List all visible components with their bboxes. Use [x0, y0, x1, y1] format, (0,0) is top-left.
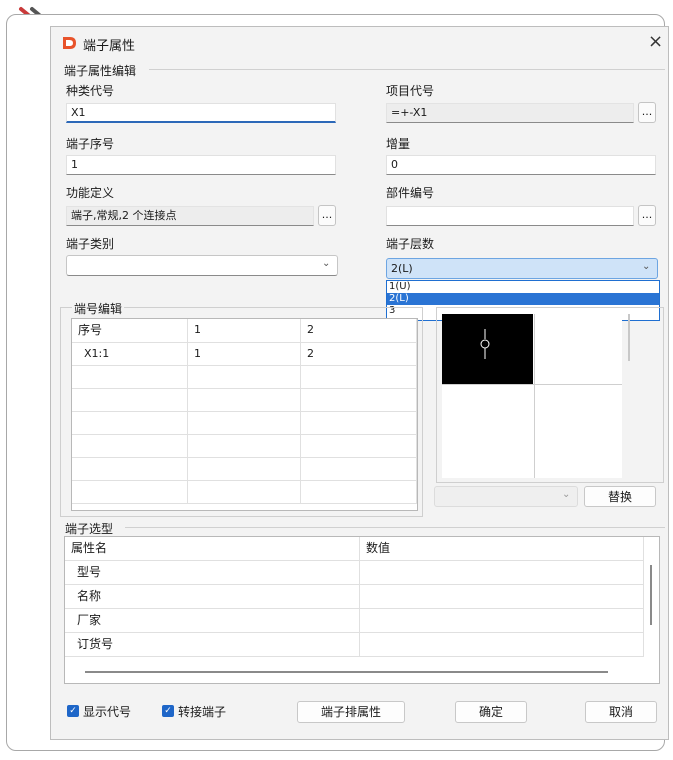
terminal-category-label: 端子类别 — [66, 237, 115, 251]
selection-group-label: 端子选型 — [65, 522, 114, 536]
grid-divider — [534, 314, 535, 478]
empty-cell[interactable] — [72, 412, 188, 435]
property-row-name[interactable]: 厂家 — [65, 609, 360, 633]
empty-cell[interactable] — [301, 481, 417, 504]
increment-input[interactable]: 0 — [386, 155, 656, 175]
empty-cell[interactable] — [72, 389, 188, 412]
selection-group-divider — [125, 527, 665, 528]
type-code-input[interactable]: X1 — [66, 103, 336, 123]
replace-button[interactable]: 替换 — [584, 486, 656, 507]
empty-cell[interactable] — [301, 366, 417, 389]
property-col-value: 数值 — [360, 537, 644, 561]
property-table[interactable]: 属性名 数值 型号 名称 厂家 订货号 — [64, 536, 660, 684]
part-number-input[interactable] — [386, 206, 634, 226]
property-row-value[interactable] — [360, 609, 644, 633]
empty-cell[interactable] — [301, 412, 417, 435]
terminal-number-label: 端子序号 — [66, 137, 115, 151]
empty-cell[interactable] — [301, 435, 417, 458]
port-edit-group-label: 端号编辑 — [72, 300, 125, 317]
part-number-browse-button[interactable]: ... — [638, 205, 656, 226]
terminal-layers-label: 端子层数 — [386, 237, 435, 251]
chevron-down-icon: ⌄ — [642, 261, 651, 272]
edit-group-label: 端子属性编辑 — [64, 64, 137, 78]
grid-divider — [442, 384, 622, 385]
terminal-strip-props-button[interactable]: 端子排属性 — [297, 701, 405, 723]
show-code-label: 显示代号 — [83, 705, 132, 719]
vertical-scrollbar[interactable] — [650, 565, 652, 625]
empty-cell[interactable] — [72, 435, 188, 458]
property-row-value[interactable] — [360, 633, 644, 657]
property-row-value[interactable] — [360, 561, 644, 585]
empty-cell[interactable] — [188, 435, 301, 458]
terminal-category-select[interactable]: ⌄ — [66, 255, 338, 276]
empty-cell[interactable] — [72, 366, 188, 389]
terminal-properties-dialog: 端子属性 × 端子属性编辑 种类代号 X1 项目代号 =+-X1 ... 端子序… — [50, 26, 669, 740]
empty-cell[interactable] — [188, 458, 301, 481]
symbol-select[interactable]: ⌄ — [434, 486, 578, 507]
window-title: 端子属性 — [83, 39, 136, 54]
preview-scrollbar[interactable] — [628, 314, 630, 361]
port-table-header: 1 — [188, 319, 301, 343]
project-code-browse-button[interactable]: ... — [638, 102, 656, 123]
title-bar[interactable]: 端子属性 × — [51, 27, 668, 61]
port-cell[interactable]: 1 — [188, 343, 301, 366]
port-table[interactable]: 序号 1 2 X1:1 1 2 — [71, 318, 418, 511]
function-def-label: 功能定义 — [66, 186, 115, 200]
port-table-header: 序号 — [72, 319, 188, 343]
property-col-name: 属性名 — [65, 537, 360, 561]
close-icon[interactable]: × — [648, 31, 663, 52]
jumper-terminal-label: 转接端子 — [178, 705, 227, 719]
empty-cell[interactable] — [188, 481, 301, 504]
project-code-input[interactable]: =+-X1 — [386, 103, 634, 123]
property-row-name[interactable]: 名称 — [65, 585, 360, 609]
empty-cell[interactable] — [301, 458, 417, 481]
chevron-down-icon: ⌄ — [322, 258, 331, 269]
edit-group-divider — [149, 69, 665, 70]
empty-cell[interactable] — [72, 458, 188, 481]
symbol-cell-selected[interactable] — [442, 314, 533, 384]
show-code-checkbox[interactable]: ✓ — [67, 705, 79, 717]
terminal-layers-value: 2(L) — [391, 262, 413, 275]
chevron-down-icon: ⌄ — [562, 489, 571, 500]
port-table-header: 2 — [301, 319, 417, 343]
ok-button[interactable]: 确定 — [455, 701, 527, 723]
type-code-label: 种类代号 — [66, 84, 115, 98]
function-def-input[interactable]: 端子,常规,2 个连接点 — [66, 206, 314, 226]
empty-cell[interactable] — [72, 481, 188, 504]
symbol-preview-grid[interactable] — [442, 314, 622, 478]
part-number-label: 部件编号 — [386, 186, 435, 200]
cancel-button[interactable]: 取消 — [585, 701, 657, 723]
horizontal-scrollbar[interactable] — [85, 671, 608, 673]
terminal-symbol-icon — [480, 329, 490, 359]
terminal-number-input[interactable]: 1 — [66, 155, 336, 175]
app-logo-icon — [63, 37, 76, 49]
dropdown-option[interactable]: 1(U) — [387, 281, 659, 293]
port-cell[interactable]: 2 — [301, 343, 417, 366]
empty-cell[interactable] — [188, 366, 301, 389]
project-code-label: 项目代号 — [386, 84, 435, 98]
increment-label: 增量 — [386, 137, 411, 151]
function-def-browse-button[interactable]: ... — [318, 205, 336, 226]
jumper-terminal-checkbox[interactable]: ✓ — [162, 705, 174, 717]
empty-cell[interactable] — [188, 389, 301, 412]
empty-cell[interactable] — [188, 412, 301, 435]
property-row-name[interactable]: 订货号 — [65, 633, 360, 657]
empty-cell[interactable] — [301, 389, 417, 412]
property-row-name[interactable]: 型号 — [65, 561, 360, 585]
terminal-layers-select[interactable]: 2(L) ⌄ — [386, 258, 658, 279]
port-cell[interactable]: X1:1 — [72, 343, 188, 366]
property-row-value[interactable] — [360, 585, 644, 609]
dropdown-option-selected[interactable]: 2(L) — [387, 293, 659, 305]
